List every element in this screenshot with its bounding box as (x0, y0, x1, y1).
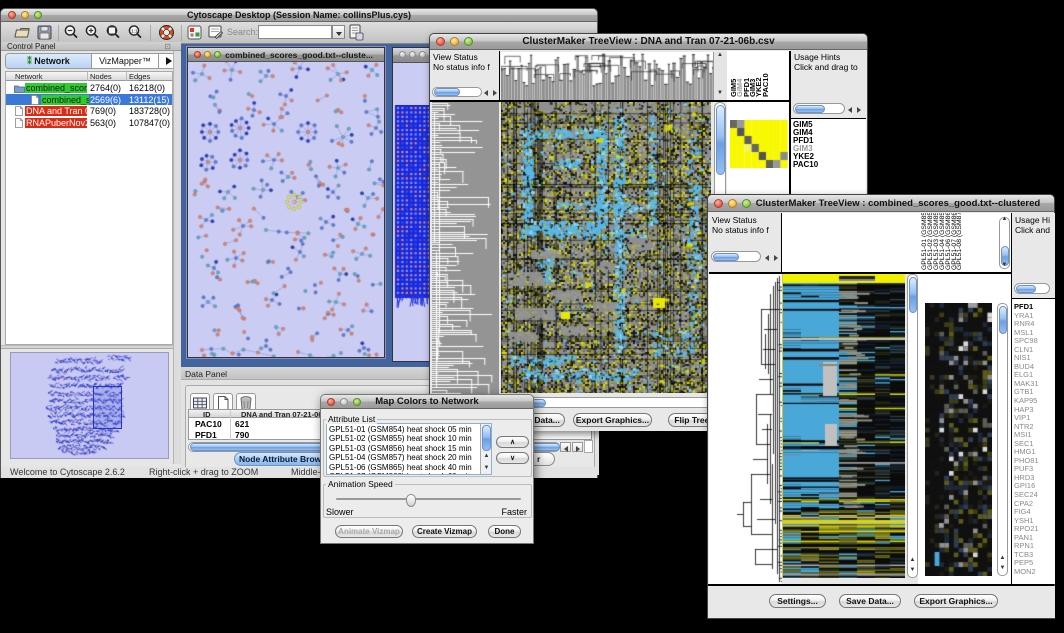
svg-text:1:1: 1:1 (131, 29, 138, 34)
